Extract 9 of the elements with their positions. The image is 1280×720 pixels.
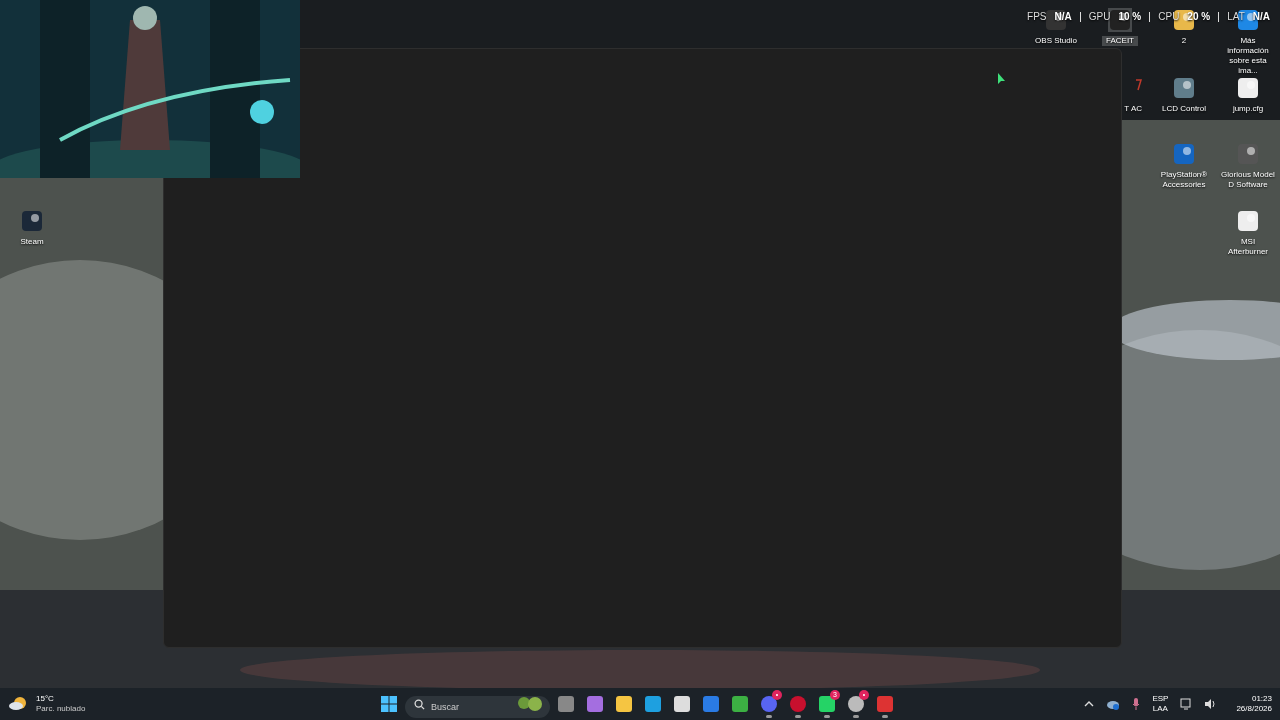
temperature: 15°C (36, 694, 55, 704)
language-code: ESP (1152, 694, 1169, 704)
language-indicator[interactable]: ESP LAA (1152, 694, 1169, 714)
keyboard-layout: LAA (1152, 704, 1168, 714)
clock[interactable]: 01:23 26/8/2026 (1236, 694, 1272, 714)
weather-condition: Parc. nublado (36, 704, 86, 714)
clock-time: 01:23 (1251, 694, 1272, 704)
search-field[interactable]: Buscar (405, 696, 550, 718)
clock-date: 26/8/2026 (1236, 704, 1272, 714)
